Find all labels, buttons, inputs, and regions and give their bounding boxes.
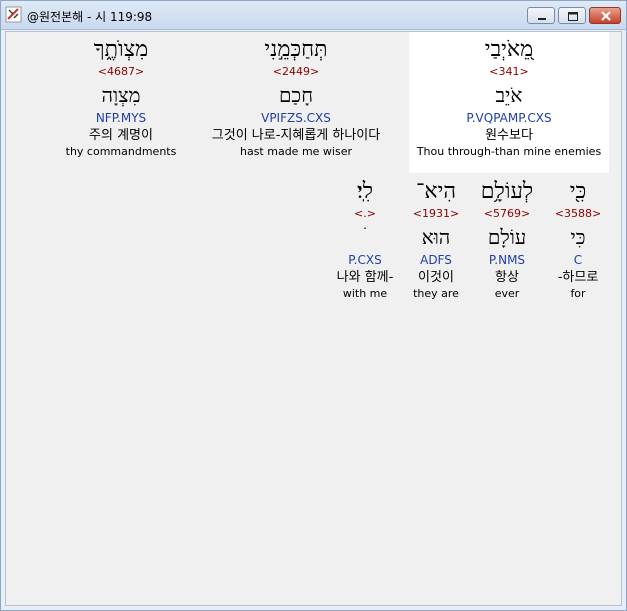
lemma-word: חָכַם (278, 83, 314, 107)
lemma-word: כִּי (570, 225, 586, 249)
hebrew-word: לִֽי׃ (356, 179, 374, 204)
minimize-button[interactable] (527, 7, 555, 24)
english-gloss: for (570, 287, 586, 300)
strong-number[interactable]: <2449> (189, 64, 403, 82)
interlinear-view[interactable]: מִצְוֺתֶ֑ךָ <4687> מִצְוָה NFP.MYS 주의 계명… (5, 31, 622, 606)
strong-number[interactable]: <341> (409, 64, 609, 82)
morphology-code: P.NMS (488, 253, 526, 267)
korean-gloss: 주의 계명이 (89, 128, 153, 143)
app-icon (5, 6, 22, 23)
close-button[interactable] (589, 7, 621, 24)
english-gloss: thy commandments (65, 145, 177, 158)
lemma-word: עוֹלָם (487, 225, 527, 249)
english-gloss: they are (413, 287, 459, 300)
korean-gloss: 이것이 (418, 270, 454, 285)
english-gloss: hast made me wiser (239, 145, 352, 158)
lemma-word: מִצְוָה (101, 83, 141, 107)
hebrew-word: תְּחַכְּמֵ֣נִי (264, 37, 328, 62)
korean-gloss: 항상 (495, 270, 519, 285)
strong-number[interactable]: <5769> (474, 206, 540, 224)
word-block-li[interactable]: לִֽי׃ <.> ׄ P.CXS 나와 함께- with me (324, 178, 406, 301)
lemma-word: אֹיֵב (495, 83, 523, 107)
strong-number[interactable]: <1931> (404, 206, 468, 224)
strong-number[interactable]: <3588> (548, 206, 608, 224)
hebrew-word: מֵ֭אֹיְבַי (484, 37, 534, 62)
close-icon (601, 11, 611, 21)
app-window: @원전본해 - 시 119:98 מִצְוֺתֶ֑ךָ <4687> מִצְ… (0, 0, 627, 611)
word-block-hi[interactable]: הִיא־ <1931> הוּא ADFS 이것이 they are (404, 178, 468, 301)
korean-gloss: 그것이 나로-지혜롭게 하나이다 (211, 128, 381, 143)
word-block-mitzvotecha[interactable]: מִצְוֺתֶ֑ךָ <4687> מִצְוָה NFP.MYS 주의 계명… (41, 36, 201, 159)
hebrew-word: לְעוֹלָ֥ם (480, 179, 534, 204)
word-block-ki[interactable]: כִּ֖י <3588> כִּי C -하므로 for (548, 178, 608, 301)
minimize-icon (538, 18, 546, 20)
hebrew-word: מִצְוֺתֶ֑ךָ (93, 37, 149, 62)
korean-gloss: 나와 함께- (336, 270, 394, 285)
korean-gloss: 원수보다 (485, 128, 533, 143)
title-bar[interactable]: @원전본해 - 시 119:98 (1, 1, 626, 30)
word-block-meoyevai[interactable]: מֵ֭אֹיְבַי <341> אֹיֵב P.VQPAMP.CXS 원수보다… (409, 36, 609, 159)
morphology-code: P.CXS (348, 253, 382, 267)
morphology-code: ADFS (420, 253, 452, 267)
morphology-code: P.VQPAMP.CXS (466, 111, 552, 125)
maximize-icon (568, 12, 578, 21)
strong-number[interactable]: <4687> (41, 64, 201, 82)
word-block-techakkemeni[interactable]: תְּחַכְּמֵ֣נִי <2449> חָכַם VPIFZS.CXS 그… (189, 36, 403, 159)
korean-gloss: -하므로 (557, 270, 599, 285)
maximize-button[interactable] (558, 7, 586, 24)
morphology-code: NFP.MYS (95, 111, 147, 125)
morphology-code: C (573, 253, 583, 267)
hebrew-word: כִּ֖י (569, 179, 587, 204)
lemma-word: ׄ (324, 224, 406, 252)
hebrew-word: הִיא־ (415, 179, 457, 204)
english-gloss: Thou through-than mine enemies (416, 145, 602, 158)
word-block-leolam[interactable]: לְעוֹלָ֥ם <5769> עוֹלָם P.NMS 항상 ever (474, 178, 540, 301)
english-gloss: ever (494, 287, 520, 300)
window-title: @원전본해 - 시 119:98 (27, 10, 153, 24)
strong-number[interactable]: <.> (324, 206, 406, 224)
english-gloss: with me (342, 287, 388, 300)
morphology-code: VPIFZS.CXS (261, 111, 331, 125)
lemma-word: הוּא (421, 225, 451, 249)
